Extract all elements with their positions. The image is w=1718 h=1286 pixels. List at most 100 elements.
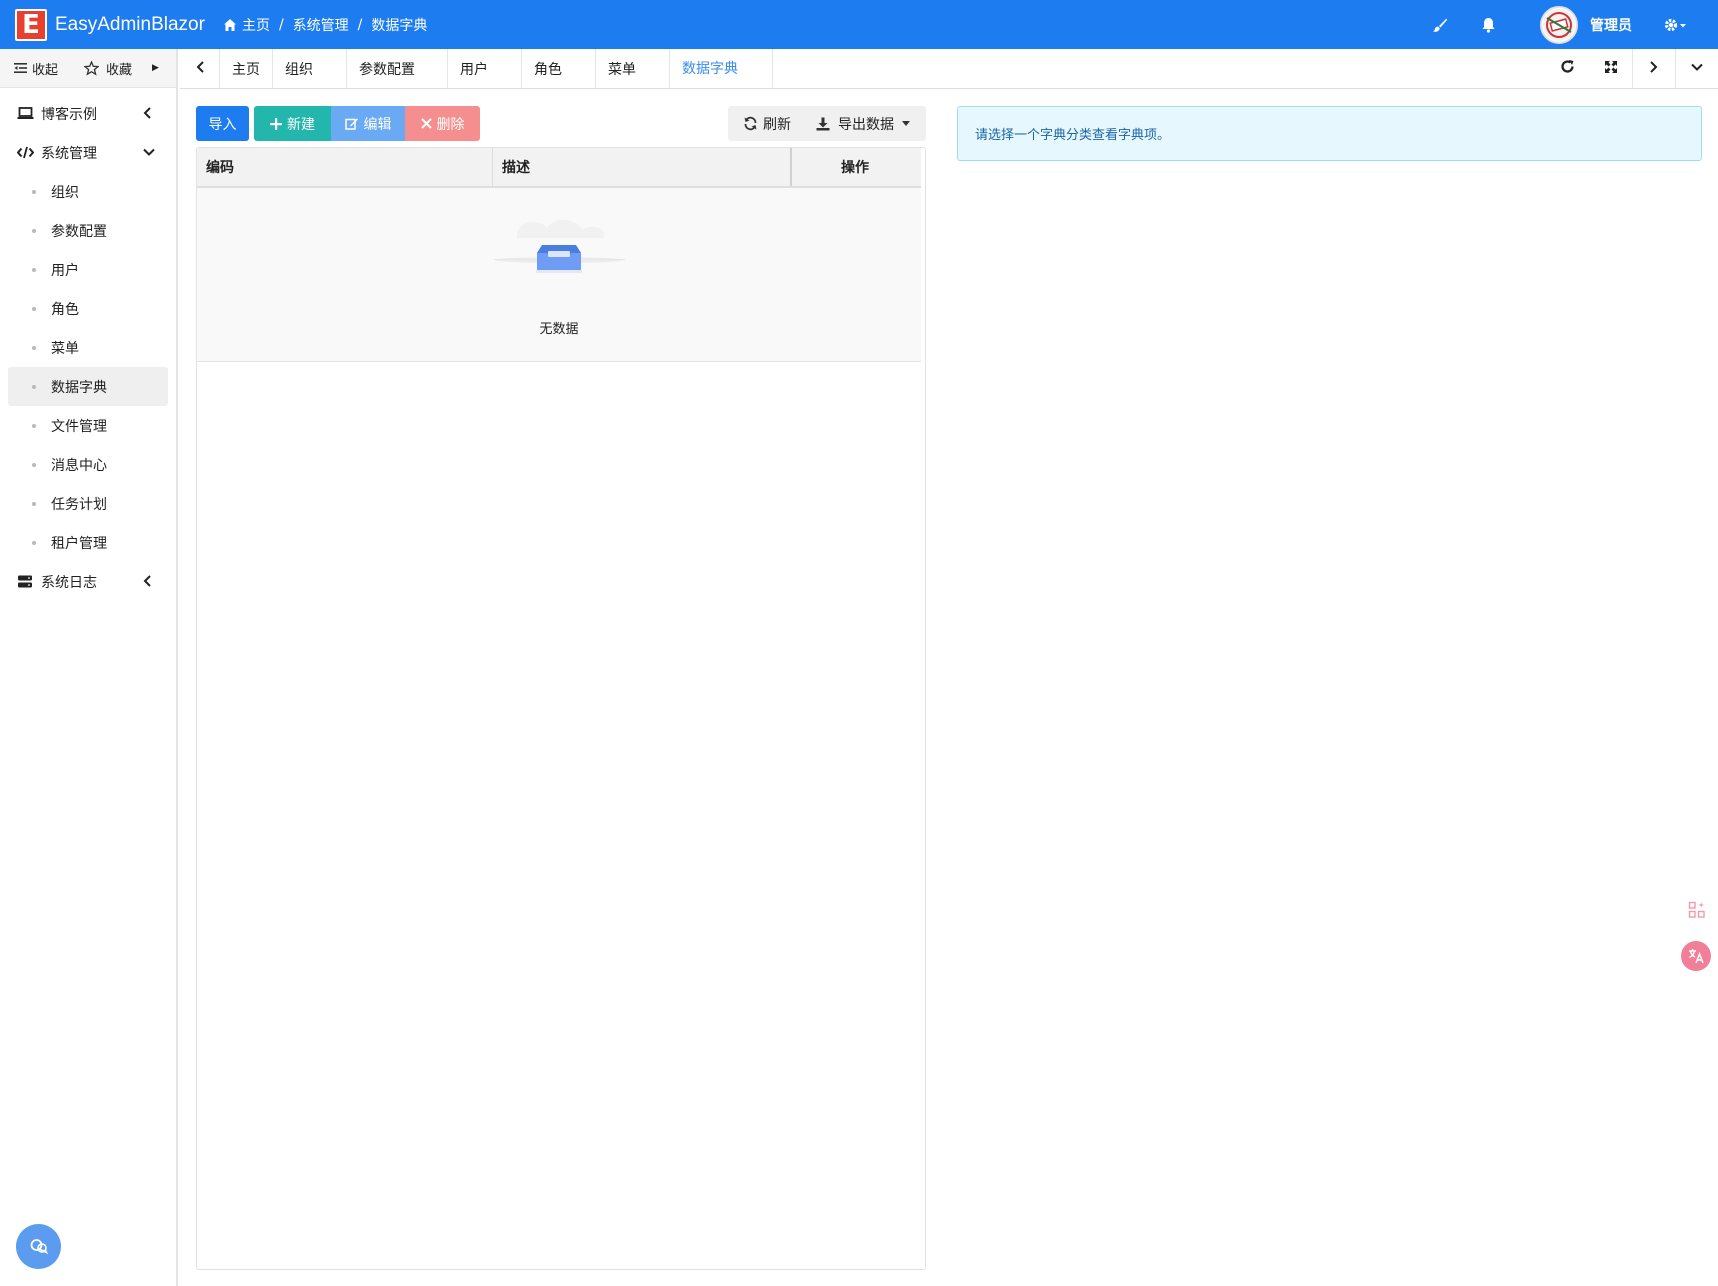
tab-label: 组织 <box>285 61 313 78</box>
tab-home[interactable]: 主页 <box>220 49 273 88</box>
tab-dropdown-button[interactable] <box>1675 49 1718 88</box>
delete-button[interactable]: 删除 <box>405 106 480 141</box>
breadcrumb-home[interactable]: 主页 <box>242 15 270 35</box>
sidebar-item-tenants[interactable]: 租户管理 <box>8 523 168 562</box>
edit-icon <box>344 117 359 130</box>
sidebar-item-dictionary[interactable]: 数据字典 <box>8 367 168 406</box>
tab-params[interactable]: 参数配置 <box>347 49 448 88</box>
import-button[interactable]: 导入 <box>196 106 249 141</box>
favorites-button[interactable]: 收藏 <box>84 59 132 78</box>
plus-icon <box>270 117 282 130</box>
refresh-label: 刷新 <box>763 116 791 133</box>
brush-icon[interactable] <box>1430 15 1450 35</box>
bullet <box>32 228 36 233</box>
column-label: 描述 <box>502 160 530 176</box>
user-name[interactable]: 管理员 <box>1590 15 1632 35</box>
tab-fullscreen-button[interactable] <box>1589 49 1632 88</box>
sidebar-item-roles[interactable]: 角色 <box>8 289 168 328</box>
tab-dictionary[interactable]: 数据字典 <box>670 49 773 88</box>
bell-icon[interactable] <box>1478 15 1498 35</box>
menu-group-label: 系统管理 <box>41 145 97 162</box>
tab-refresh-button[interactable] <box>1546 49 1589 88</box>
sidebar-item-users[interactable]: 用户 <box>8 250 168 289</box>
close-icon <box>420 118 432 129</box>
empty-text: 无数据 <box>539 322 579 337</box>
sidebar-item-label: 参数配置 <box>51 223 107 240</box>
tab-org[interactable]: 组织 <box>273 49 347 88</box>
menu-group-label: 博客示例 <box>41 106 97 123</box>
menu-group-system[interactable]: 系统管理 <box>0 133 176 172</box>
chevron-left-icon <box>142 106 152 124</box>
avatar[interactable] <box>1540 5 1578 44</box>
translate-button[interactable] <box>1681 941 1711 971</box>
tab-prev-button[interactable] <box>180 49 220 88</box>
app-logo[interactable]: E <box>15 8 47 41</box>
bullet <box>32 462 36 467</box>
tab-next-button[interactable] <box>1632 49 1675 88</box>
sidebar-item-files[interactable]: 文件管理 <box>8 406 168 445</box>
breadcrumb-current: 数据字典 <box>371 17 428 34</box>
new-button[interactable]: 新建 <box>254 106 331 141</box>
sidebar-item-tasks[interactable]: 任务计划 <box>8 484 168 523</box>
sidebar-item-label: 消息中心 <box>51 457 107 474</box>
tab-menus[interactable]: 菜单 <box>596 49 670 88</box>
category-table: 编码 描述 操作 无数据 <box>196 147 926 1270</box>
column-code[interactable]: 编码 <box>206 148 234 186</box>
chat-icon <box>29 1238 49 1256</box>
info-alert: 请选择一个字典分类查看字典项。 <box>957 106 1702 161</box>
edit-label: 编辑 <box>363 116 392 133</box>
import-label: 导入 <box>208 116 237 133</box>
settings-gear-icon[interactable] <box>1662 15 1690 35</box>
export-dropdown-button[interactable]: 导出数据 <box>816 106 910 141</box>
caret-right-icon[interactable]: ▶ <box>152 63 159 73</box>
chevron-left-icon <box>195 60 205 78</box>
bullet <box>32 423 36 428</box>
fullscreen-icon <box>1604 60 1618 78</box>
favorites-label: 收藏 <box>106 62 133 78</box>
sidebar-item-label: 用户 <box>51 262 79 279</box>
app-title[interactable]: EasyAdminBlazor <box>55 14 205 36</box>
chevron-down-icon <box>142 145 156 163</box>
menu-group-blog[interactable]: 博客示例 <box>0 94 176 133</box>
bullet <box>32 384 36 389</box>
menu-group-label: 系统日志 <box>41 574 97 591</box>
download-icon <box>816 117 830 131</box>
tab-roles[interactable]: 角色 <box>522 49 596 88</box>
collapse-button[interactable]: 收起 <box>14 59 58 78</box>
table-header: 编码 描述 操作 <box>197 148 921 188</box>
menu-group-logs[interactable]: 系统日志 <box>0 562 176 601</box>
sidebar-item-menus[interactable]: 菜单 <box>8 328 168 367</box>
code-icon <box>16 146 34 159</box>
apps-icon <box>1688 901 1706 919</box>
sidebar-item-label: 文件管理 <box>51 418 107 435</box>
server-icon <box>16 575 34 588</box>
column-label: 编码 <box>206 160 234 176</box>
breadcrumb-system[interactable]: 系统管理 <box>293 15 349 35</box>
sidebar-item-label: 角色 <box>51 301 79 318</box>
chat-button[interactable] <box>16 1224 61 1269</box>
caret-down-icon <box>902 121 910 126</box>
sidebar-item-params[interactable]: 参数配置 <box>8 211 168 250</box>
chevron-right-icon <box>1649 60 1659 78</box>
home-icon <box>223 18 237 32</box>
breadcrumb-separator: / <box>278 16 284 33</box>
tab-label: 用户 <box>460 61 488 78</box>
tab-users[interactable]: 用户 <box>448 49 522 88</box>
refresh-button[interactable]: 刷新 <box>743 106 791 141</box>
widgets-button[interactable] <box>1680 893 1714 927</box>
edit-button[interactable]: 编辑 <box>331 106 405 141</box>
column-description[interactable]: 描述 <box>502 148 530 186</box>
delete-label: 删除 <box>436 116 465 133</box>
sidebar-item-org[interactable]: 组织 <box>8 172 168 211</box>
top-navbar: E EasyAdminBlazor 主页 / 系统管理 / 数据字典 管理员 <box>0 0 1718 49</box>
sidebar-item-messages[interactable]: 消息中心 <box>8 445 168 484</box>
column-divider <box>492 148 493 186</box>
laptop-icon <box>16 107 34 120</box>
chevron-down-icon <box>1690 60 1704 78</box>
column-divider <box>790 148 792 186</box>
alert-text: 请选择一个字典分类查看字典项。 <box>975 128 1171 143</box>
breadcrumb-separator: / <box>357 16 363 33</box>
sidebar-item-label: 数据字典 <box>51 379 107 396</box>
bullet <box>32 540 36 545</box>
star-icon <box>84 60 100 76</box>
